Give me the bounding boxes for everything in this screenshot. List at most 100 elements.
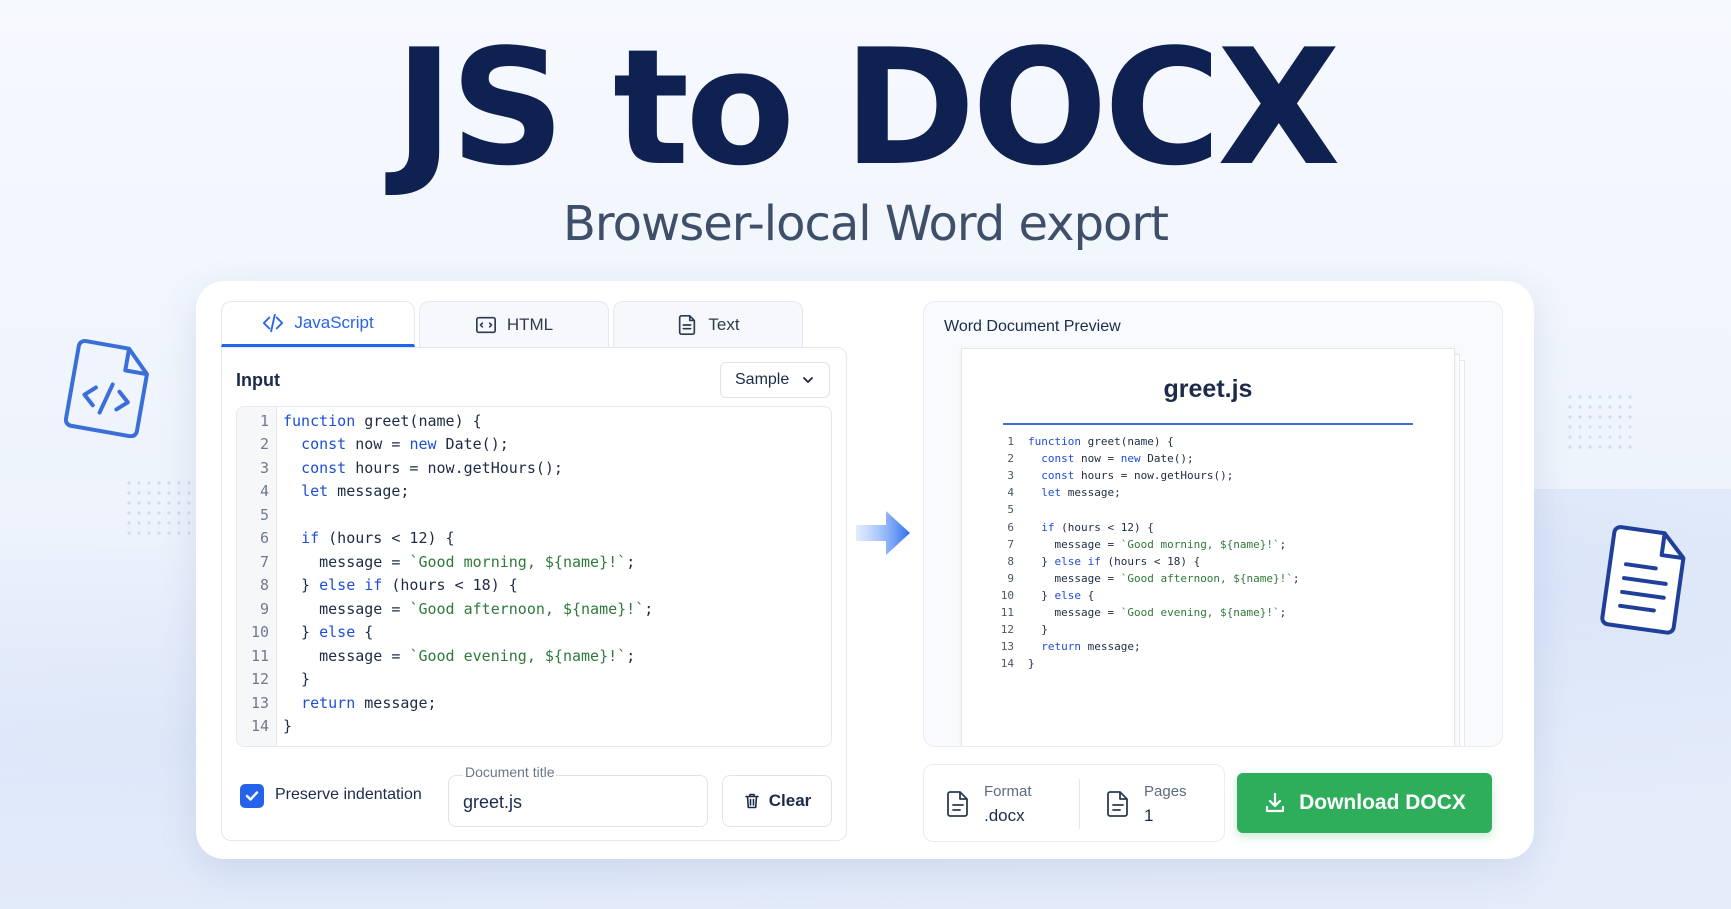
code-text: const now = new Date(); [301,435,509,454]
code-text: const hours = now.getHours(); [301,458,563,477]
decorative-dots [124,478,194,538]
code-text: message = `Good afternoon, ${name}!`; [283,599,654,618]
tab-javascript[interactable]: JavaScript [221,301,415,347]
code-line: 6 if (hours < 12) { [237,527,455,551]
hero-subtitle: Browser-local Word export [563,196,1169,252]
preview-code-text: } [1028,657,1035,671]
trash-icon [744,793,759,809]
code-text: if (hours < 12) { [301,529,455,548]
preview-code-line: 10 } else { [1000,587,1095,604]
pages-icon [1107,791,1128,817]
code-text: } else if (hours < 18) { [283,576,518,595]
preview-code-line: 11 message = `Good evening, ${name}!`; [1000,604,1287,621]
code-keyword: const [1041,469,1075,483]
sample-select-value: Sample [735,371,790,388]
tab-label: HTML [506,314,554,334]
preview-code-text: message = `Good morning, ${name}!`; [1028,537,1287,551]
line-number: 5 [259,505,269,524]
html-icon [475,316,496,333]
preview-code-line: 14} [1000,655,1035,672]
code-string: `Good afternoon, ${name}!` [409,599,645,618]
line-number: 10 [250,623,269,642]
line-number: 11 [250,646,269,665]
preview-line-number: 11 [1000,606,1014,619]
preview-line-number: 4 [1007,486,1014,500]
input-label: Input [236,370,280,390]
code-keyword: let [301,482,329,501]
preview-code-line: 2 const now = new Date(); [1000,450,1193,467]
format-info: Format .docx [946,765,1032,843]
code-keyword: if [1041,520,1055,534]
code-line: 7 message = `Good morning, ${name}!`; [237,550,635,574]
code-keyword: if [364,576,383,595]
preview-code-text: if (hours < 12) { [1041,520,1154,534]
preview-code-text: } [1028,623,1048,637]
pages-info: Pages 1 [1106,765,1187,843]
decorative-dots [1565,392,1635,452]
input-panel: Input Sample 1 function greet(name) { 2 co… [221,347,847,841]
preserve-indentation-checkbox[interactable] [240,784,264,808]
preview-code-text: function greet(name) { [1028,435,1174,448]
preview-code-line: 1 function greet(name) { [1000,433,1173,450]
preview-code-line: 13 return message; [1000,638,1141,655]
line-number: 12 [250,670,269,689]
preview-code-text: const now = new Date(); [1041,452,1194,466]
pages-key: Pages [1144,782,1187,800]
preview-line-number: 10 [1000,588,1014,602]
checkmark-icon [245,791,259,801]
code-text: let message; [301,482,410,501]
code-icon [263,313,284,333]
preview-line-number: 12 [1000,623,1014,637]
preview-line-number: 5 [1007,503,1014,517]
preview-line-number: 1 [1007,435,1014,448]
document-title-input[interactable] [463,792,693,813]
preview-code-text: } else { [1028,588,1095,602]
preview-line-number: 3 [1007,469,1014,483]
code-file-icon [64,339,149,438]
download-label: Download DOCX [1299,791,1466,814]
code-keyword: else [1054,588,1082,602]
title-underline [1003,423,1413,425]
code-editor[interactable]: 1 function greet(name) { 2 const now = new… [236,406,832,747]
tab-label: Text [708,314,740,334]
line-number: 2 [259,435,269,454]
code-text: } [283,670,311,689]
preview-code-text: message = `Good afternoon, ${name}!`; [1028,571,1300,585]
code-line: 9 message = `Good afternoon, ${name}!`; [237,597,653,621]
preview-code-text: message = `Good evening, ${name}!`; [1028,606,1287,619]
info-divider [1079,779,1080,829]
code-keyword: const [301,435,347,454]
download-docx-button[interactable]: Download DOCX [1237,773,1492,833]
sample-select[interactable]: Sample [720,362,830,398]
preview-code-line: 5 [1000,501,1014,518]
code-text: function greet(name) { [283,411,482,430]
preview-code-text: const hours = now.getHours(); [1041,469,1234,483]
code-keyword: return [1041,640,1081,654]
code-string: `Good morning, ${name}!` [409,552,627,571]
preview-code-line: 3 const hours = now.getHours(); [1000,467,1233,484]
document-info: Format .docx Pages 1 [923,764,1225,842]
clear-button-label: Clear [768,791,812,810]
format-value: .docx [984,805,1025,825]
text-file-icon [679,314,696,335]
line-number: 3 [259,458,269,477]
line-number: 1 [259,411,269,430]
line-number: 4 [259,482,269,501]
code-text: } [283,717,293,736]
line-number: 6 [259,529,269,548]
preview-code-line: 4 let message; [1000,484,1120,501]
tab-html[interactable]: HTML [419,301,609,347]
format-key: Format [984,782,1032,800]
tab-text[interactable]: Text [613,301,803,347]
preview-code-line: 8 } else if (hours < 18) { [1000,553,1200,570]
clear-button[interactable]: Clear [722,775,832,827]
code-line: 12 } [237,668,310,692]
line-number: 9 [259,599,269,618]
line-number: 13 [250,693,269,712]
preview-code-text: let message; [1041,486,1121,500]
document-title-field[interactable]: Document title [448,764,708,827]
document-title: greet.js [1163,375,1253,403]
code-line: 14} [237,715,292,739]
code-keyword: else [319,623,356,642]
line-number: 14 [250,717,269,736]
